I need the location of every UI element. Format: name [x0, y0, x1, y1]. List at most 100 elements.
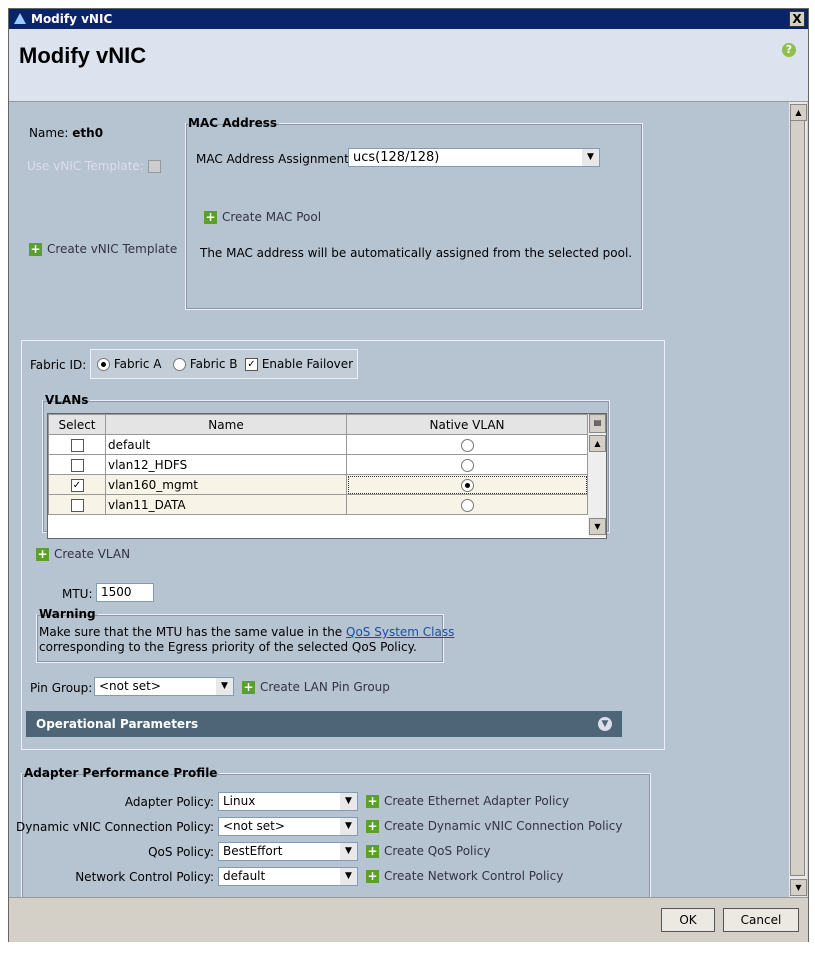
chevron-down-icon: ▼ — [216, 678, 233, 695]
create-policy-link[interactable]: + Create Ethernet Adapter Policy — [366, 794, 569, 808]
name-value: eth0 — [72, 126, 104, 140]
column-chooser-icon[interactable]: ▤ — [589, 414, 606, 433]
ok-button[interactable]: OK — [661, 908, 715, 932]
policy-value: BestEffort — [223, 844, 283, 858]
create-policy-label: Create Ethernet Adapter Policy — [384, 794, 570, 808]
radio-icon[interactable] — [460, 438, 474, 452]
plus-icon: + — [366, 794, 379, 808]
enable-failover-label: Enable Failover — [261, 357, 354, 371]
plus-icon: + — [366, 819, 379, 833]
select-cell[interactable] — [48, 494, 106, 515]
native-vlan-cell[interactable] — [346, 454, 588, 475]
page-title: Modify vNIC — [19, 43, 147, 68]
window-title: Modify vNIC — [31, 12, 113, 26]
fabric-id-label: Fabric ID: — [30, 358, 87, 372]
column-select[interactable]: Select — [48, 414, 106, 435]
chevron-down-icon: ▼ — [340, 818, 357, 835]
policy-select[interactable]: default ▼ — [218, 867, 358, 886]
create-lan-pin-group-link[interactable]: + Create LAN Pin Group — [242, 680, 390, 694]
policy-select[interactable]: BestEffort ▼ — [218, 842, 358, 861]
create-policy-link[interactable]: + Create Network Control Policy — [366, 869, 563, 883]
warning-text: Make sure that the MTU has the same valu… — [39, 625, 454, 655]
use-template-checkbox[interactable] — [147, 160, 161, 173]
scroll-down-button[interactable]: ▼ — [790, 879, 807, 896]
mtu-input[interactable]: 1500 — [96, 583, 154, 602]
column-native-vlan[interactable]: Native VLAN — [346, 414, 588, 435]
policy-value: <not set> — [223, 819, 285, 833]
main-scrollbar[interactable]: ▲ ▼ — [789, 102, 807, 897]
qos-system-class-link[interactable]: QoS System Class — [346, 625, 454, 639]
mac-assignment-select[interactable]: ucs(128/128) ▼ — [348, 148, 600, 167]
operational-parameters-header[interactable]: Operational Parameters ▼ — [26, 711, 622, 737]
select-cell[interactable] — [48, 454, 106, 475]
scroll-up-button[interactable]: ▲ — [589, 435, 606, 452]
use-template-label: Use vNIC Template: — [27, 159, 144, 173]
name-field: Name: eth0 — [29, 126, 103, 140]
warning-text-2: corresponding to the Egress priority of … — [39, 640, 417, 654]
enable-failover-checkbox[interactable]: ✓ Enable Failover — [245, 357, 353, 371]
plus-icon: + — [36, 547, 49, 561]
create-policy-label: Create Dynamic vNIC Connection Policy — [384, 819, 623, 833]
native-vlan-cell[interactable] — [346, 474, 588, 495]
operational-parameters-label: Operational Parameters — [36, 717, 199, 731]
title-bar: Modify vNIC X — [9, 9, 808, 29]
create-vnic-template-link[interactable]: + Create vNIC Template — [29, 242, 177, 256]
vlans-scrollbar[interactable]: ▤ ▲ ▼ — [588, 414, 606, 537]
checkmark-icon[interactable]: ✓ — [70, 478, 84, 492]
scroll-down-button[interactable]: ▼ — [589, 518, 606, 535]
chevron-down-icon: ▼ — [340, 868, 357, 885]
table-row[interactable]: default — [48, 434, 588, 455]
mtu-label: MTU: — [62, 587, 93, 601]
policy-label: Adapter Policy: — [124, 795, 214, 809]
create-policy-link[interactable]: + Create Dynamic vNIC Connection Policy — [366, 819, 622, 833]
vlan-name: vlan11_DATA — [105, 494, 347, 515]
scroll-thumb[interactable] — [790, 120, 805, 876]
policy-value: default — [223, 869, 266, 883]
radio-icon[interactable] — [460, 458, 474, 472]
plus-icon: + — [366, 869, 379, 883]
column-name[interactable]: Name — [105, 414, 347, 435]
policy-label: Dynamic vNIC Connection Policy: — [16, 820, 214, 834]
plus-icon: + — [204, 210, 217, 224]
close-button[interactable]: X — [789, 11, 805, 27]
radio-icon — [173, 358, 186, 371]
radio-icon[interactable] — [460, 478, 474, 492]
create-vlan-link[interactable]: + Create VLAN — [36, 547, 130, 561]
vlan-name: vlan12_HDFS — [105, 454, 347, 475]
cancel-button[interactable]: Cancel — [723, 908, 799, 932]
create-mac-pool-link[interactable]: + Create MAC Pool — [204, 210, 321, 224]
vlans-legend: VLANs — [45, 393, 89, 407]
native-vlan-cell[interactable] — [346, 434, 588, 455]
name-label: Name: — [29, 126, 69, 140]
vlan-name: vlan160_mgmt — [105, 474, 347, 495]
pin-group-select[interactable]: <not set> ▼ — [94, 677, 234, 696]
native-vlan-cell[interactable] — [346, 494, 588, 515]
help-icon[interactable]: ? — [782, 43, 796, 57]
create-policy-link[interactable]: + Create QoS Policy — [366, 844, 490, 858]
fabric-a-radio[interactable]: Fabric A — [97, 357, 162, 371]
policy-select[interactable]: <not set> ▼ — [218, 817, 358, 836]
chevron-down-icon: ▼ — [340, 843, 357, 860]
radio-icon[interactable] — [460, 498, 474, 512]
checkbox-icon[interactable] — [70, 458, 84, 472]
table-header: Select Name Native VLAN — [48, 414, 588, 435]
create-mac-pool-label: Create MAC Pool — [222, 210, 322, 224]
fabric-b-radio[interactable]: Fabric B — [173, 357, 238, 371]
checkbox-icon[interactable] — [70, 438, 84, 452]
pin-group-label: Pin Group: — [30, 681, 93, 695]
checkbox-icon[interactable] — [70, 498, 84, 512]
table-row[interactable]: vlan11_DATA — [48, 494, 588, 515]
pin-group-value: <not set> — [99, 679, 161, 693]
expand-icon[interactable]: ▼ — [598, 717, 612, 731]
adapter-performance-profile-group: Adapter Performance Profile Adapter Poli… — [16, 766, 651, 900]
table-row[interactable]: vlan12_HDFS — [48, 454, 588, 475]
scroll-up-button[interactable]: ▲ — [790, 104, 807, 121]
table-row[interactable]: ✓ vlan160_mgmt — [48, 474, 588, 495]
select-cell[interactable] — [48, 434, 106, 455]
vlan-name: default — [105, 434, 347, 455]
warning-text-1: Make sure that the MTU has the same valu… — [39, 625, 347, 639]
policy-select[interactable]: Linux ▼ — [218, 792, 358, 811]
select-cell[interactable]: ✓ — [48, 474, 106, 495]
radio-icon — [97, 358, 110, 371]
policy-label: QoS Policy: — [148, 845, 214, 859]
